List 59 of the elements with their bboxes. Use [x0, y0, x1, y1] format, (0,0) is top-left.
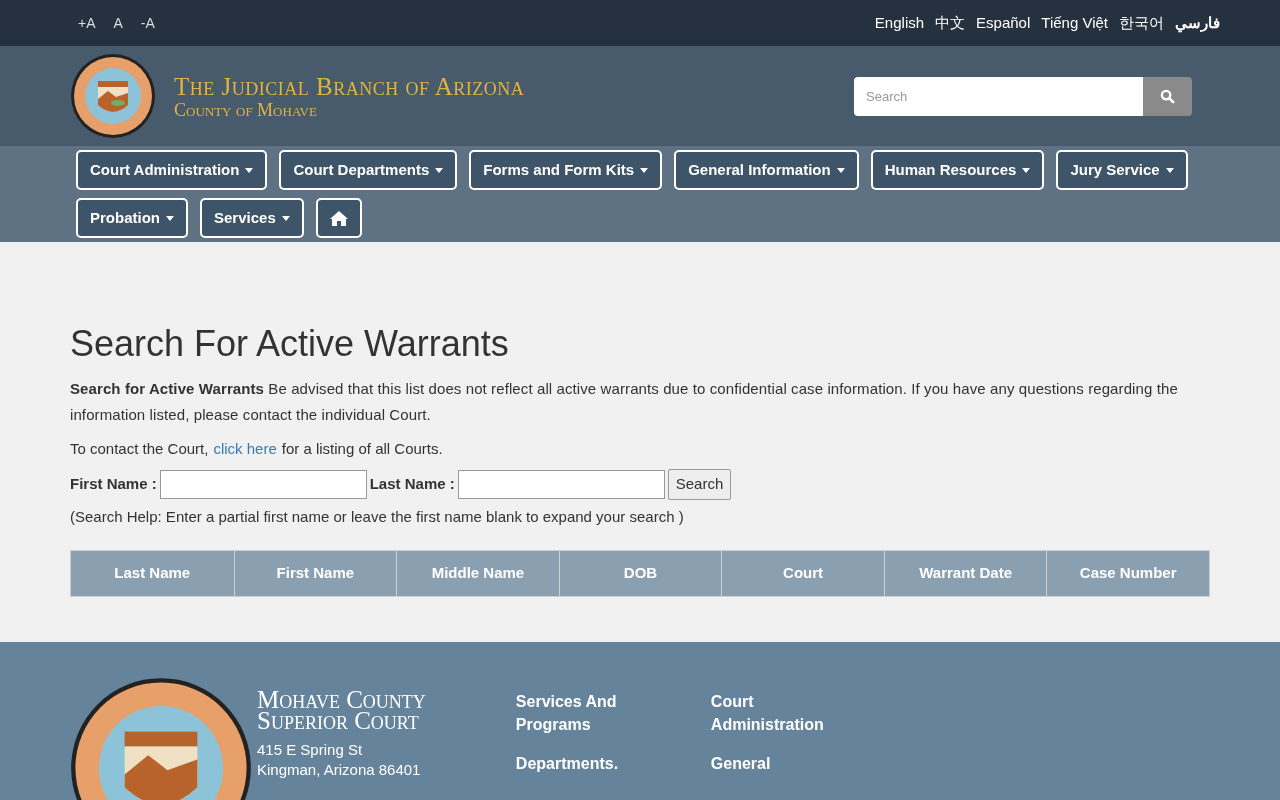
language-link[interactable]: فارسي — [1175, 11, 1220, 35]
contact-text: for a listing of all Courts. — [281, 439, 443, 459]
footer-link[interactable]: General — [710, 752, 861, 775]
language-link[interactable]: 中文 — [935, 11, 966, 35]
contact-text: To contact the Court, — [70, 439, 209, 459]
column-header: Court — [721, 551, 884, 596]
search-button[interactable] — [1143, 76, 1192, 116]
language-link[interactable]: Tiếng Việt — [1041, 11, 1108, 35]
courts-link[interactable]: click here — [213, 438, 277, 461]
language-link[interactable]: English — [874, 11, 925, 35]
caret-icon — [1165, 167, 1174, 173]
search-help-text: (Search Help: Enter a partial first name or leave the first name blank to expand your search ) — [70, 506, 685, 527]
home-button[interactable] — [315, 198, 362, 238]
notice-paragraph: Search for Active Warrants Be advised that this list does not reflect all active warrants due to confidential case information. If you have any questions regarding the information listed, please contact the individual Court. — [70, 379, 1179, 425]
column-header: First Name — [233, 551, 397, 596]
search-field[interactable]: Search — [854, 76, 1143, 116]
font-size-link[interactable]: A — [113, 12, 123, 34]
caret-icon — [836, 167, 845, 173]
column-header: Last Name — [113, 563, 192, 584]
home-icon — [329, 210, 348, 226]
site-subtitle: County of Mohave — [174, 100, 318, 119]
first-name-field[interactable] — [159, 469, 367, 499]
search-icon — [1160, 88, 1175, 104]
footer-link[interactable]: Departments. — [515, 752, 666, 775]
language-link[interactable]: 한국어 — [1119, 11, 1164, 35]
nav-menu-button[interactable]: Forms and Form Kits — [469, 150, 663, 190]
site-title: The Judicial Branch of Arizona — [174, 73, 525, 99]
caret-icon — [640, 167, 649, 173]
footer-link[interactable]: Services And Programs — [515, 690, 666, 736]
font-size-link[interactable]: +A — [78, 12, 96, 34]
footer-address: 415 E Spring St — [257, 740, 364, 760]
page-heading: Search For Active Warrants — [70, 322, 510, 366]
caret-icon — [245, 167, 254, 173]
column-header: Case Number — [1046, 551, 1209, 596]
search-button[interactable]: Search — [667, 468, 732, 500]
footer-address: Kingman, Arizona 86401 — [257, 760, 422, 780]
caret-icon — [281, 215, 290, 221]
nav-menu-button[interactable]: Jury Service — [1056, 150, 1188, 190]
footer-title: Superior Court — [257, 710, 419, 732]
last-name-label: Last Name : — [369, 473, 455, 494]
first-name-label: First Name : — [70, 473, 157, 494]
footer-link[interactable]: Court Administration — [710, 690, 861, 736]
nav-menu-button[interactable]: Court Departments — [279, 150, 458, 190]
language-link[interactable]: Español — [976, 11, 1031, 35]
caret-icon — [1022, 167, 1031, 173]
column-header: Warrant Date — [883, 551, 1047, 596]
state-seal-icon — [70, 53, 156, 139]
last-name-field[interactable] — [457, 469, 665, 499]
nav-menu-button[interactable]: Human Resources — [870, 150, 1045, 190]
column-header: Middle Name — [396, 551, 559, 596]
nav-menu-button[interactable]: Court Administration — [76, 150, 268, 190]
footer-title: Mohave County — [257, 690, 426, 710]
caret-icon — [166, 215, 174, 221]
font-size-link[interactable]: -A — [140, 12, 155, 34]
nav-menu-button[interactable]: Services — [200, 198, 304, 238]
nav-menu-button[interactable]: Probation — [76, 198, 188, 238]
nav-menu-button[interactable]: General Information — [674, 150, 859, 190]
caret-icon — [435, 167, 444, 173]
column-header: DOB — [558, 551, 722, 596]
